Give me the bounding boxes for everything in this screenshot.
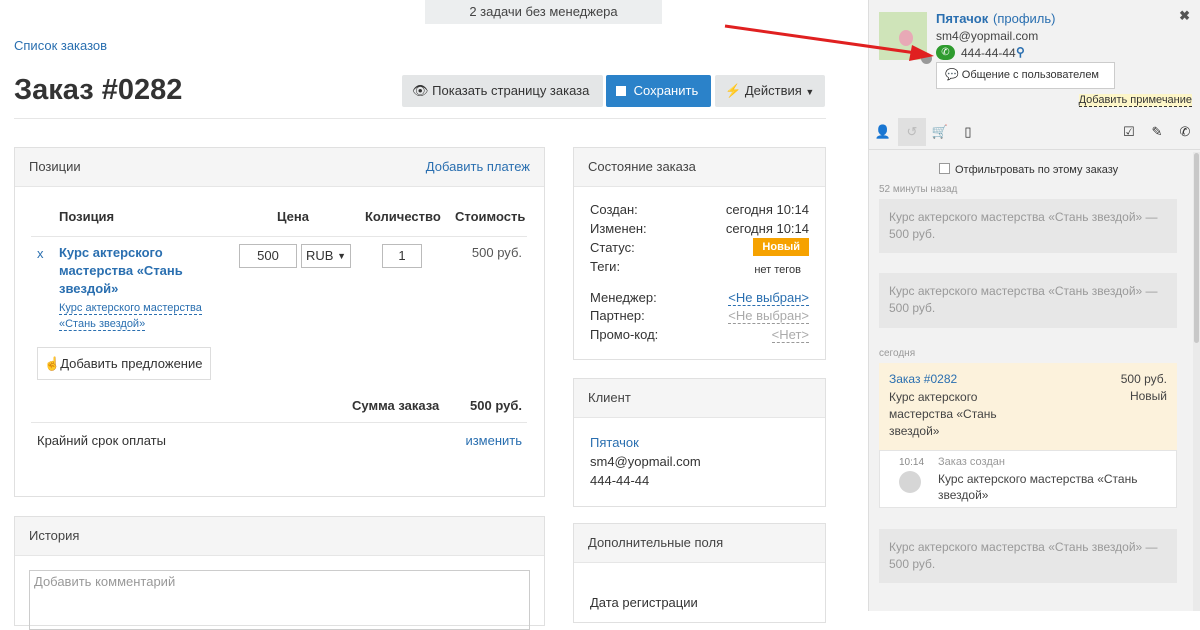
tab-edit-icon[interactable]: ✎ xyxy=(1143,118,1171,146)
show-order-page-button[interactable]: 👁 Показать страницу заказа xyxy=(402,75,603,107)
eye-icon: 👁 xyxy=(412,83,429,98)
price-input[interactable]: 500 xyxy=(239,244,297,268)
tags-value[interactable]: нет тегов xyxy=(754,264,801,276)
item-cost: 500 руб. xyxy=(471,245,522,260)
changed-value: сегодня 10:14 xyxy=(725,221,809,236)
hand-pointer-icon: ☝ xyxy=(44,356,61,371)
created-label: Создан: xyxy=(590,202,638,217)
history-panel: История Добавить комментарий xyxy=(14,516,545,630)
page-title: Заказ #0282 xyxy=(14,74,183,106)
order-sum-label: Сумма заказа xyxy=(352,398,440,413)
created-value: сегодня 10:14 xyxy=(725,202,809,217)
quantity-input[interactable]: 1 xyxy=(382,244,422,268)
order-sum-value: 500 руб. xyxy=(470,398,522,413)
add-payment-link[interactable]: Добавить платеж xyxy=(426,148,530,186)
order-card-title[interactable]: Заказ #0282 xyxy=(889,372,957,386)
floppy-icon xyxy=(616,86,626,96)
col-price: Цена xyxy=(277,209,309,224)
client-panel: Клиент Пятачок sm4@yopmail.com 444-44-44 xyxy=(573,378,826,507)
event-text: Курс актерского мастерства «Стань звездо… xyxy=(938,472,1138,502)
event-title: Заказ создан xyxy=(938,456,1005,468)
tags-label: Теги: xyxy=(590,259,621,274)
tab-tasks-icon[interactable]: ☑ xyxy=(1115,118,1143,146)
tabs-divider xyxy=(869,149,1200,150)
item-name-link[interactable]: Курс актерского мастерства «Стань звездо… xyxy=(59,244,209,298)
unassigned-tasks-banner[interactable]: 2 задачи без менеджера xyxy=(425,0,662,24)
chat-with-user-button[interactable]: 💬 Общение с пользователем xyxy=(936,62,1115,89)
sidebar-scroll-thumb[interactable] xyxy=(1194,153,1199,343)
sidebar-user-name[interactable]: Пятачок xyxy=(936,11,988,26)
event-time: 10:14 xyxy=(899,457,925,468)
changed-label: Изменен: xyxy=(590,221,647,236)
extra-fields-header: Дополнительные поля xyxy=(574,524,825,563)
tab-phone-icon[interactable]: ✆ xyxy=(1171,118,1199,146)
lightning-icon: ⚡ xyxy=(725,83,742,98)
chat-icon: 💬 xyxy=(945,69,959,81)
time-ago-label: 52 минуты назад xyxy=(879,184,958,195)
history-card-2[interactable]: Курс актерского мастерства «Стань звездо… xyxy=(879,273,1177,328)
deadline-label: Крайний срок оплаты xyxy=(37,433,166,448)
today-label: сегодня xyxy=(879,348,916,359)
filter-checkbox[interactable] xyxy=(939,163,950,174)
select-arrow-icon: ▼ xyxy=(337,251,346,261)
item-offer-link[interactable]: Курс актерского мастерства «Стань звездо… xyxy=(59,300,209,332)
order-event: 10:14 Заказ создан Курс актерского масте… xyxy=(879,450,1177,508)
reg-date-label: Дата регистрации xyxy=(590,595,698,610)
sidebar-phone: 444-44-44 xyxy=(961,46,1016,60)
filter-checkbox-row[interactable]: Отфильтровать по этому заказу xyxy=(939,163,1118,176)
order-card-status: Новый xyxy=(1129,389,1167,403)
remove-item-button[interactable]: x xyxy=(37,246,44,261)
add-offer-button[interactable]: ☝Добавить предложение xyxy=(37,347,211,380)
order-state-panel: Состояние заказа Создан: сегодня 10:14 И… xyxy=(573,147,826,360)
caret-down-icon: ▼ xyxy=(805,87,815,97)
manager-label: Менеджер: xyxy=(590,290,657,305)
client-name-link[interactable]: Пятачок xyxy=(590,435,639,450)
col-cost: Стоимость xyxy=(455,209,526,224)
breadcrumb-orders-list[interactable]: Список заказов xyxy=(14,38,107,53)
annotation-arrow xyxy=(724,24,934,61)
positions-panel: Позиции Добавить платеж Позиция Цена Кол… xyxy=(14,147,545,497)
history-card-3[interactable]: Курс актерского мастерства «Стань звездо… xyxy=(879,529,1177,583)
partner-label: Партнер: xyxy=(590,308,645,323)
col-item: Позиция xyxy=(59,209,115,224)
positions-header: Позиции Добавить платеж xyxy=(15,148,544,187)
save-button[interactable]: Сохранить xyxy=(606,75,711,107)
phone-search-icon[interactable]: ⚲ xyxy=(1016,45,1025,59)
deadline-change-link[interactable]: изменить xyxy=(465,433,522,448)
add-note-link[interactable]: Добавить примечание xyxy=(1078,94,1192,107)
order-card-amount: 500 руб. xyxy=(1120,372,1167,386)
sum-divider xyxy=(31,422,527,423)
comment-input[interactable]: Добавить комментарий xyxy=(29,570,530,630)
sidebar-profile-link[interactable]: (профиль) xyxy=(993,11,1055,26)
tab-cart-icon[interactable]: 🛒 xyxy=(926,118,954,146)
status-badge[interactable]: Новый xyxy=(753,238,809,256)
history-header: История xyxy=(15,517,544,556)
promo-label: Промо-код: xyxy=(590,327,659,342)
tab-user-icon[interactable]: 👤 xyxy=(869,118,897,146)
header-divider xyxy=(14,118,826,119)
actions-dropdown[interactable]: ⚡ Действия ▼ xyxy=(715,75,825,107)
sidebar-email: sm4@yopmail.com xyxy=(936,29,1039,43)
close-icon[interactable]: ✖ xyxy=(1179,8,1190,24)
extra-fields-panel: Дополнительные поля Дата регистрации xyxy=(573,523,826,623)
tab-mobile-icon[interactable]: ▯ xyxy=(954,118,982,146)
table-divider xyxy=(31,236,527,237)
client-header: Клиент xyxy=(574,379,825,418)
order-card-desc: Курс актерского мастерства «Стань звездо… xyxy=(889,390,997,438)
event-avatar-icon xyxy=(899,471,921,493)
promo-select-link[interactable]: <Нет> xyxy=(771,327,809,343)
client-phone: 444-44-44 xyxy=(590,473,650,488)
currency-select[interactable]: RUB ▼ xyxy=(301,244,351,268)
tab-history-icon[interactable]: ↺ xyxy=(898,118,926,146)
order-card[interactable]: Заказ #0282 500 руб. Курс актерского мас… xyxy=(879,363,1177,450)
status-label: Статус: xyxy=(590,240,635,255)
partner-select-link[interactable]: <Не выбран> xyxy=(728,308,809,324)
order-state-header: Состояние заказа xyxy=(574,148,825,187)
manager-select-link[interactable]: <Не выбран> xyxy=(728,290,809,306)
crm-sidebar: Пятачок (профиль) sm4@yopmail.com ✆ 444-… xyxy=(868,0,1200,611)
history-card-1[interactable]: Курс актерского мастерства «Стань звездо… xyxy=(879,199,1177,253)
col-qty: Количество xyxy=(365,209,441,224)
client-email: sm4@yopmail.com xyxy=(590,454,701,469)
